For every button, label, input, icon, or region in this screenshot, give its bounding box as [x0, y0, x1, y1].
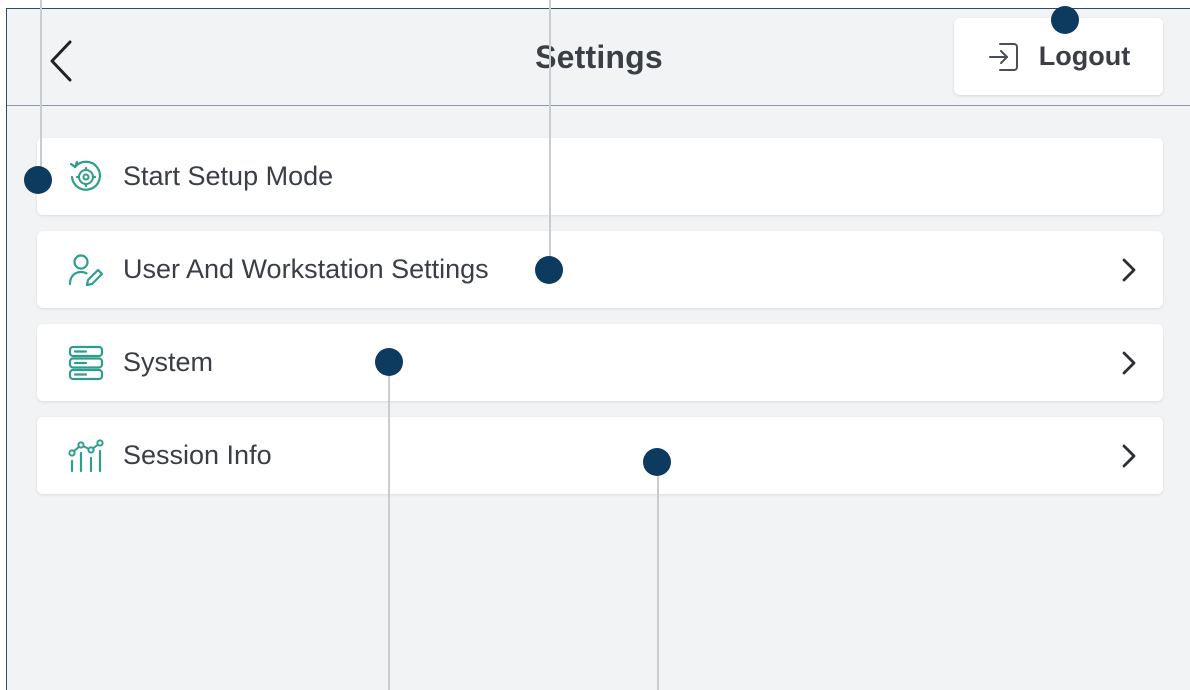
logout-icon [988, 42, 1018, 71]
menu-item-label: User And Workstation Settings [123, 254, 489, 284]
user-edit-icon [67, 251, 105, 289]
header-bar: Settings Logout [7, 9, 1190, 106]
canvas: Settings Logout Start Setup Mode User An… [0, 0, 1190, 690]
logout-label: Logout [1038, 41, 1131, 71]
menu-item-label: System [123, 347, 214, 377]
server-stack-icon [67, 344, 105, 382]
menu-item-label: Session Info [123, 440, 272, 470]
back-button[interactable] [37, 33, 85, 89]
menu-item-session-info[interactable]: Session Info [37, 417, 1163, 494]
menu-item-system[interactable]: System [37, 324, 1163, 401]
chevron-right-icon [1117, 348, 1141, 378]
menu-item-label: Start Setup Mode [123, 161, 334, 191]
logout-button[interactable]: Logout [954, 18, 1163, 95]
menu-item-start-setup-mode[interactable]: Start Setup Mode [37, 138, 1163, 215]
chevron-right-icon [1117, 255, 1141, 285]
settings-screen: Settings Logout Start Setup Mode User An… [6, 8, 1190, 690]
analytics-icon [67, 437, 105, 475]
setup-gear-icon [67, 158, 105, 196]
chevron-right-icon [1117, 441, 1141, 471]
chevron-left-icon [50, 40, 72, 82]
menu-item-user-and-workstation-settings[interactable]: User And Workstation Settings [37, 231, 1163, 308]
